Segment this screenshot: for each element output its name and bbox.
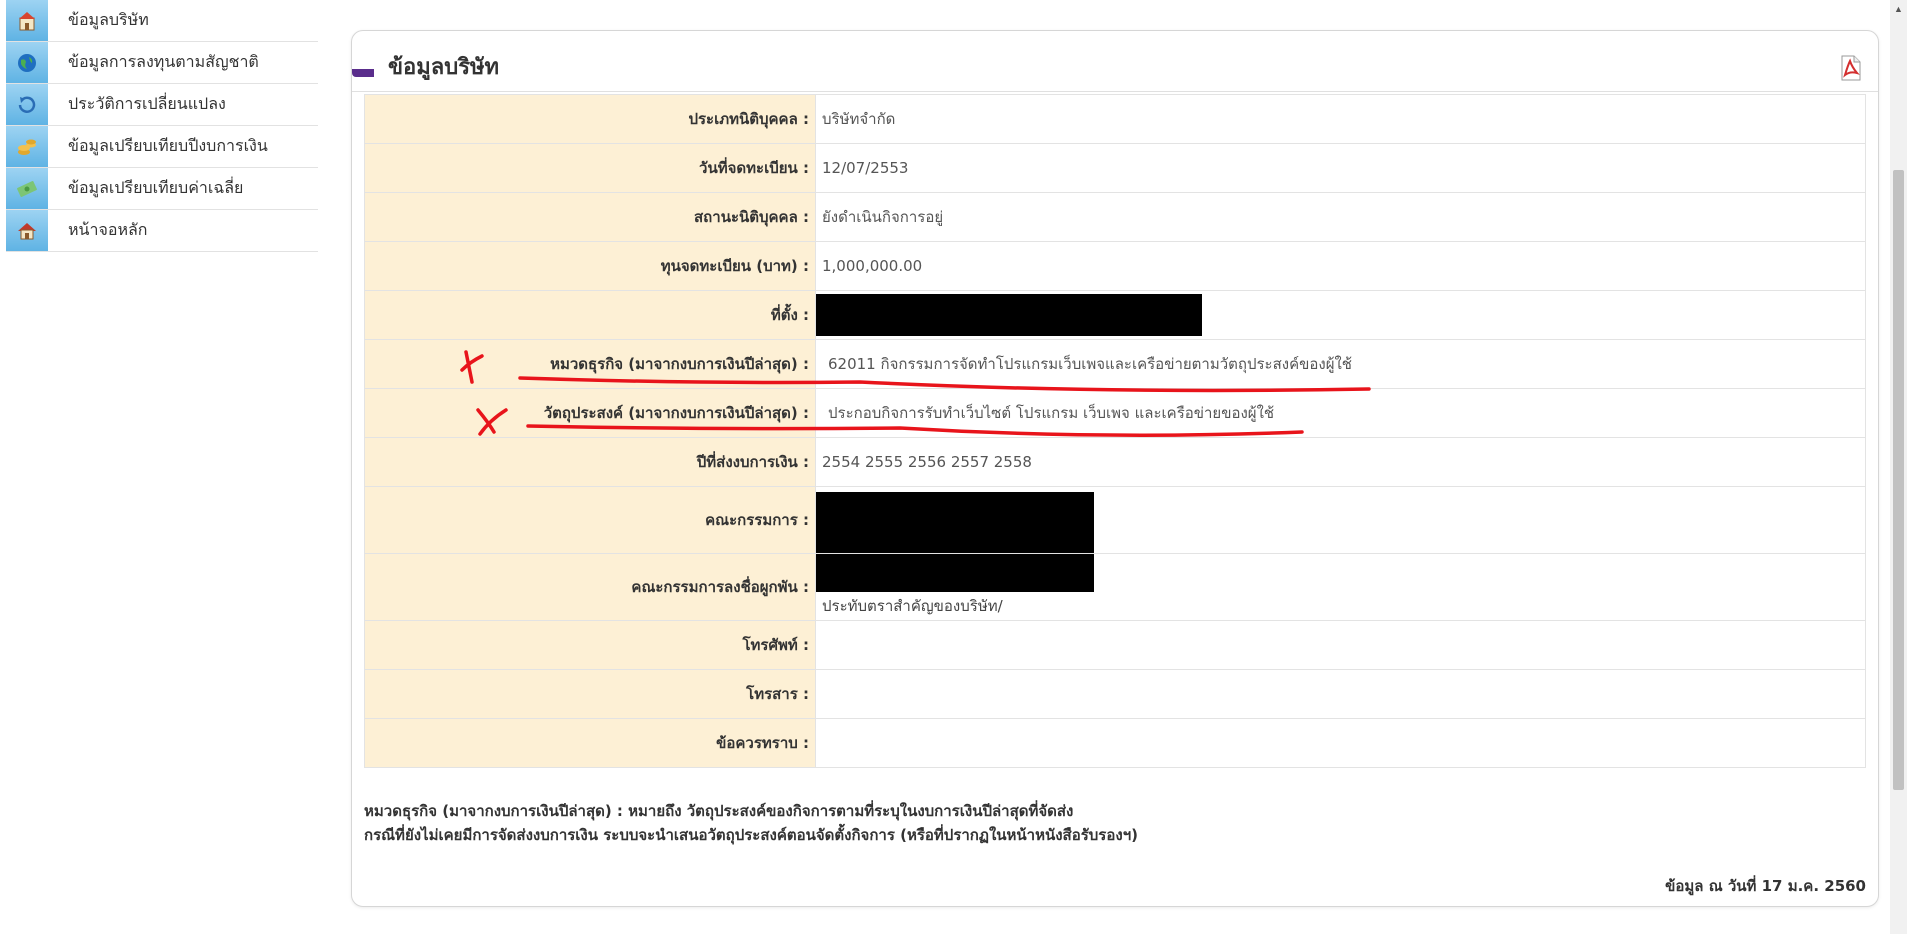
footnote-line: หมวดธุรกิจ (มาจากงบการเงินปีล่าสุด) : หม… bbox=[364, 802, 1074, 820]
sidebar-item-label: ประวัติการเปลี่ยนแปลง bbox=[68, 94, 226, 113]
sidebar-item-change-history[interactable]: ประวัติการเปลี่ยนแปลง bbox=[6, 84, 318, 126]
history-icon bbox=[6, 84, 48, 125]
table-row: หมวดธุรกิจ (มาจากงบการเงินปีล่าสุด) : 62… bbox=[364, 339, 1866, 389]
financial-years-label: ปีที่ส่งงบการเงิน : bbox=[364, 437, 816, 487]
scroll-up-arrow-icon[interactable]: ▲ bbox=[1890, 0, 1907, 17]
remarks-value bbox=[815, 718, 1866, 768]
pdf-export-icon[interactable] bbox=[1838, 55, 1862, 81]
sidebar-item-investment-nationality[interactable]: ข้อมูลการลงทุนตามสัญชาติ bbox=[6, 42, 318, 84]
phone-value bbox=[815, 620, 1866, 670]
globe-icon bbox=[6, 42, 48, 83]
page-title: ข้อมูลบริษัท bbox=[388, 55, 500, 80]
sidebar-item-average-comparison[interactable]: ข้อมูลเปรียบเทียบค่าเฉลี่ย bbox=[6, 168, 318, 210]
juristic-status-label: สถานะนิติบุคคล : bbox=[364, 192, 816, 242]
juristic-type-label: ประเภทนิติบุคคล : bbox=[364, 94, 816, 144]
table-row: โทรสาร : bbox=[364, 669, 1866, 719]
table-row: วันที่จดทะเบียน : 12/07/2553 bbox=[364, 143, 1866, 193]
sidebar-item-company-info[interactable]: ข้อมูลบริษัท bbox=[6, 0, 318, 42]
redacted-directors bbox=[816, 492, 1094, 553]
fax-value bbox=[815, 669, 1866, 719]
table-row: ที่ตั้ง : bbox=[364, 290, 1866, 340]
redacted-address bbox=[816, 294, 1202, 336]
sidebar-item-label: ข้อมูลเปรียบเทียบค่าเฉลี่ย bbox=[68, 178, 244, 197]
remarks-label: ข้อควรทราบ : bbox=[364, 718, 816, 768]
table-row: คณะกรรมการลงชื่อผูกพัน : ประทับตราสำคัญข… bbox=[364, 553, 1866, 621]
sidebar-item-label: ข้อมูลบริษัท bbox=[68, 10, 149, 29]
signing-directors-value: ประทับตราสำคัญของบริษัท/ bbox=[815, 553, 1866, 621]
financial-years-value: 2554 2555 2556 2557 2558 bbox=[815, 437, 1866, 487]
footnotes: หมวดธุรกิจ (มาจากงบการเงินปีล่าสุด) : หม… bbox=[364, 799, 1138, 847]
page-scrollbar[interactable]: ▲ bbox=[1890, 0, 1907, 934]
business-category-label: หมวดธุรกิจ (มาจากงบการเงินปีล่าสุด) : bbox=[364, 339, 816, 389]
company-info-table: ประเภทนิติบุคคล : บริษัทจำกัด วันที่จดทะ… bbox=[364, 94, 1866, 768]
coins-icon bbox=[6, 126, 48, 167]
sidebar-item-financial-comparison[interactable]: ข้อมูลเปรียบเทียบปีงบการเงิน bbox=[6, 126, 318, 168]
table-row: โทรศัพท์ : bbox=[364, 620, 1866, 670]
registration-date-value: 12/07/2553 bbox=[815, 143, 1866, 193]
sidebar: ข้อมูลบริษัท ข้อมูลการลงทุนตามสัญชาติ ปร… bbox=[6, 0, 318, 252]
objective-label: วัตถุประสงค์ (มาจากงบการเงินปีล่าสุด) : bbox=[364, 388, 816, 438]
header-accent bbox=[352, 69, 374, 77]
sidebar-item-label: ข้อมูลเปรียบเทียบปีงบการเงิน bbox=[68, 136, 268, 155]
table-row: วัตถุประสงค์ (มาจากงบการเงินปีล่าสุด) : … bbox=[364, 388, 1866, 438]
registered-capital-label: ทุนจดทะเบียน (บาท) : bbox=[364, 241, 816, 291]
sidebar-item-home[interactable]: หน้าจอหลัก bbox=[6, 210, 318, 252]
table-row: สถานะนิติบุคคล : ยังดำเนินกิจการอยู่ bbox=[364, 192, 1866, 242]
home-icon bbox=[6, 210, 48, 251]
table-row: ข้อควรทราบ : bbox=[364, 718, 1866, 768]
footnote-line: กรณีที่ยังไม่เคยมีการจัดส่งงบการเงิน ระบ… bbox=[364, 826, 1138, 844]
table-row: ประเภทนิติบุคคล : บริษัทจำกัด bbox=[364, 94, 1866, 144]
panel-header: ข้อมูลบริษัท bbox=[352, 41, 1878, 92]
business-category-value: 62011 กิจกรรมการจัดทำโปรแกรมเว็บเพจและเค… bbox=[815, 339, 1866, 389]
sidebar-item-label: ข้อมูลการลงทุนตามสัญชาติ bbox=[68, 52, 259, 71]
registration-date-label: วันที่จดทะเบียน : bbox=[364, 143, 816, 193]
address-label: ที่ตั้ง : bbox=[364, 290, 816, 340]
data-as-of-date: ข้อมูล ณ วันที่ 17 ม.ค. 2560 bbox=[1665, 877, 1866, 895]
scroll-thumb[interactable] bbox=[1893, 170, 1904, 790]
table-row: คณะกรรมการ : bbox=[364, 486, 1866, 554]
juristic-type-value: บริษัทจำกัด bbox=[815, 94, 1866, 144]
sidebar-item-label: หน้าจอหลัก bbox=[68, 220, 148, 239]
building-icon bbox=[6, 0, 48, 41]
phone-label: โทรศัพท์ : bbox=[364, 620, 816, 670]
fax-label: โทรสาร : bbox=[364, 669, 816, 719]
signing-directors-label: คณะกรรมการลงชื่อผูกพัน : bbox=[364, 553, 816, 621]
address-value bbox=[815, 290, 1866, 340]
objective-value: ประกอบกิจการรับทำเว็บไซต์ โปรแกรม เว็บเพ… bbox=[815, 388, 1866, 438]
juristic-status-value: ยังดำเนินกิจการอยู่ bbox=[815, 192, 1866, 242]
directors-label: คณะกรรมการ : bbox=[364, 486, 816, 554]
registered-capital-value: 1,000,000.00 bbox=[815, 241, 1866, 291]
table-row: ทุนจดทะเบียน (บาท) : 1,000,000.00 bbox=[364, 241, 1866, 291]
table-row: ปีที่ส่งงบการเงิน : 2554 2555 2556 2557 … bbox=[364, 437, 1866, 487]
money-icon bbox=[6, 168, 48, 209]
company-info-panel: ข้อมูลบริษัท ประเภทนิติบุคคล : บริษัทจำก… bbox=[351, 30, 1879, 907]
company-seal-note: ประทับตราสำคัญของบริษัท/ bbox=[822, 597, 1003, 615]
redacted-signing-directors bbox=[816, 554, 1094, 592]
directors-value bbox=[815, 486, 1866, 554]
